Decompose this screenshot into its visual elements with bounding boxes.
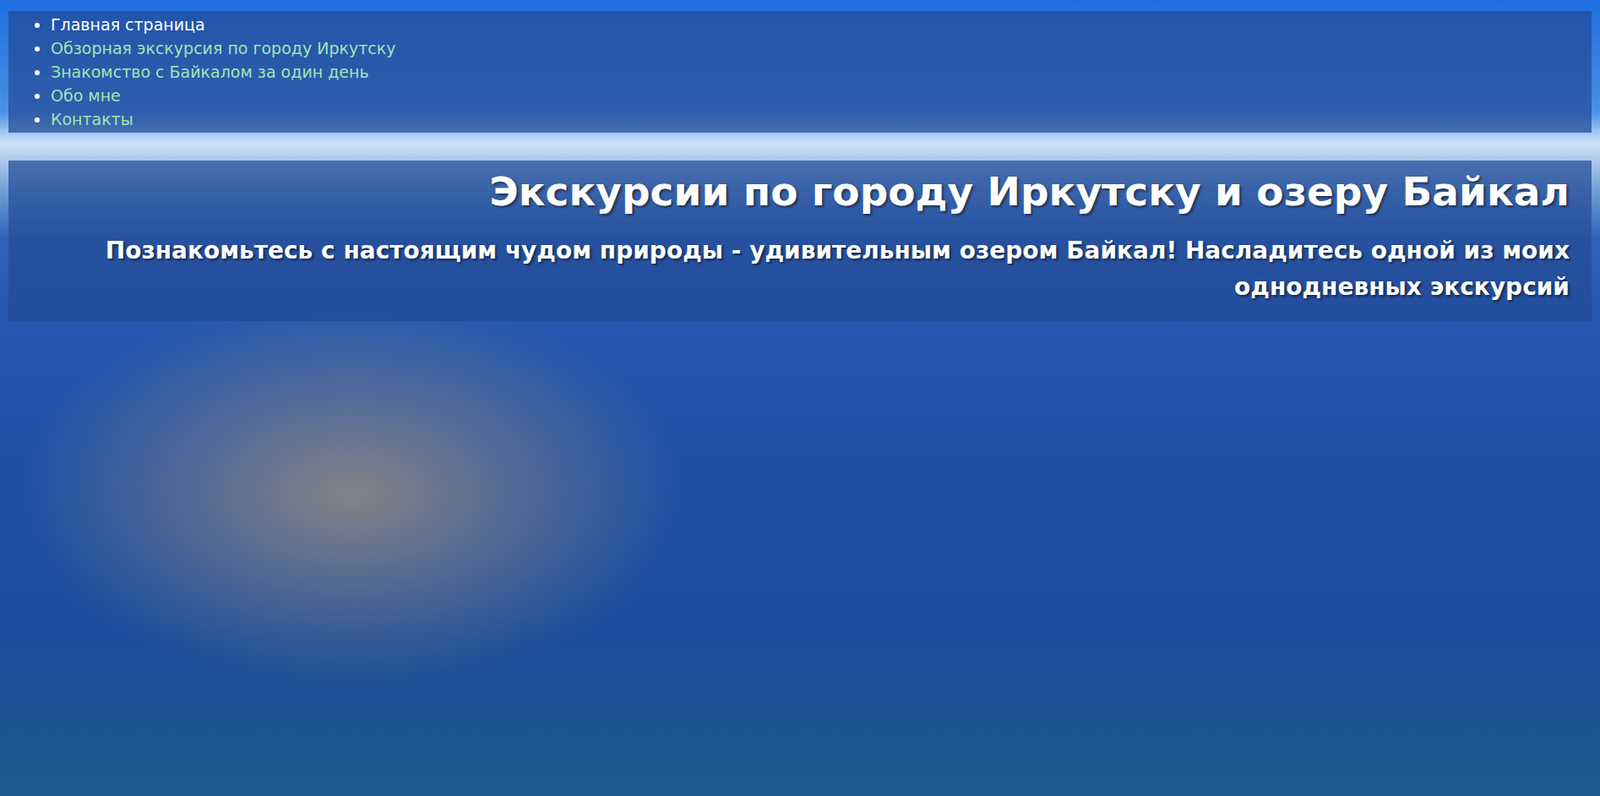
- nav-item[interactable]: Главная страница: [50, 12, 1592, 37]
- nav-link[interactable]: Обо мне: [50, 86, 121, 105]
- nav-item[interactable]: Контакты: [50, 107, 1592, 131]
- page: Главная страница Обзорная экскурсия по го…: [0, 0, 1600, 796]
- page-title: Экскурсии по городу Иркутску и озеру Бай…: [30, 165, 1570, 218]
- nav-item[interactable]: Обо мне: [50, 83, 1592, 108]
- nav-bar: Главная страница Обзорная экскурсия по го…: [8, 10, 1592, 133]
- nav-link[interactable]: Обзорная экскурсия по городу Иркутску: [50, 38, 396, 58]
- page-subtitle: Познакомьтесь с настоящим чудом природы …: [30, 232, 1570, 306]
- nav-link[interactable]: Главная страница: [50, 15, 206, 34]
- nav-item[interactable]: Обзорная экскурсия по городу Иркутску: [50, 36, 1592, 60]
- nav-list: Главная страница Обзорная экскурсия по го…: [8, 10, 1592, 133]
- nav-link[interactable]: Знакомство с Байкалом за один день: [50, 62, 370, 82]
- nav-link[interactable]: Контакты: [50, 109, 134, 129]
- nav-item[interactable]: Знакомство с Байкалом за один день: [50, 59, 1592, 84]
- header-banner: Экскурсии по городу Иркутску и озеру Бай…: [8, 160, 1592, 322]
